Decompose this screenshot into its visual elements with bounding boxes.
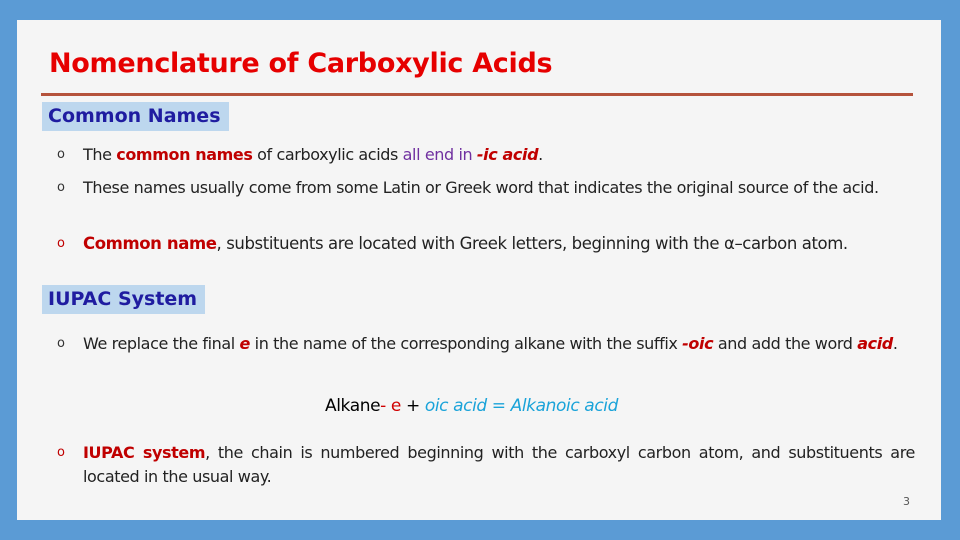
emphasis-e: e xyxy=(239,334,251,353)
bullet-icon: o xyxy=(57,180,65,195)
section-label-iupac-system: IUPAC System xyxy=(42,285,206,314)
text: of carboxylic acids xyxy=(252,145,403,164)
formula-result: oic acid = Alkanoic acid xyxy=(424,396,619,416)
emphasis-acid: acid xyxy=(857,334,893,353)
text: , substituents are located with Greek le… xyxy=(216,234,724,253)
text: . xyxy=(892,334,898,353)
bullet-icon: o xyxy=(57,445,65,460)
bullet-icon: o xyxy=(57,236,65,251)
formula-plus: + xyxy=(400,396,425,416)
formula-minus-e: - e xyxy=(380,396,401,416)
bullet-item: o These names usually come from some Lat… xyxy=(57,176,915,200)
emphasis-common-name: Common name xyxy=(83,234,217,253)
emphasis-common-names: common names xyxy=(116,145,253,164)
emphasis-ic-acid: -ic acid xyxy=(476,145,539,164)
naming-formula: Alkane- e + oic acid = Alkanoic acid xyxy=(325,396,618,416)
bullet-icon: o xyxy=(57,147,65,162)
text: . xyxy=(538,145,543,164)
alpha-symbol: α xyxy=(723,234,735,253)
bullet-item: o The common names of carboxylic acids a… xyxy=(57,143,915,167)
title-divider xyxy=(41,93,913,96)
text: We replace the final xyxy=(83,334,240,353)
formula-alkane: Alkane xyxy=(325,396,381,416)
text: , the chain is numbered beginning with t… xyxy=(83,443,915,486)
emphasis-all-end-in: all end in xyxy=(402,145,477,164)
text: and add the word xyxy=(713,334,858,353)
slide-title: Nomenclature of Carboxylic Acids xyxy=(49,48,553,79)
text: –carbon atom. xyxy=(734,234,848,253)
slide: Nomenclature of Carboxylic Acids Common … xyxy=(17,20,941,520)
text: in the name of the corresponding alkane … xyxy=(249,334,683,353)
page-number: 3 xyxy=(903,495,910,508)
text: These names usually come from some Latin… xyxy=(83,178,879,197)
section-label-common-names: Common Names xyxy=(42,102,229,131)
text: The xyxy=(83,145,117,164)
bullet-item: o We replace the final e in the name of … xyxy=(57,332,915,356)
emphasis-iupac-system: IUPAC system xyxy=(83,443,206,462)
bullet-item: o Common name, substituents are located … xyxy=(57,232,915,256)
emphasis-oic: -oic xyxy=(682,334,714,353)
bullet-item: o IUPAC system, the chain is numbered be… xyxy=(57,441,915,489)
bullet-icon: o xyxy=(57,336,65,351)
